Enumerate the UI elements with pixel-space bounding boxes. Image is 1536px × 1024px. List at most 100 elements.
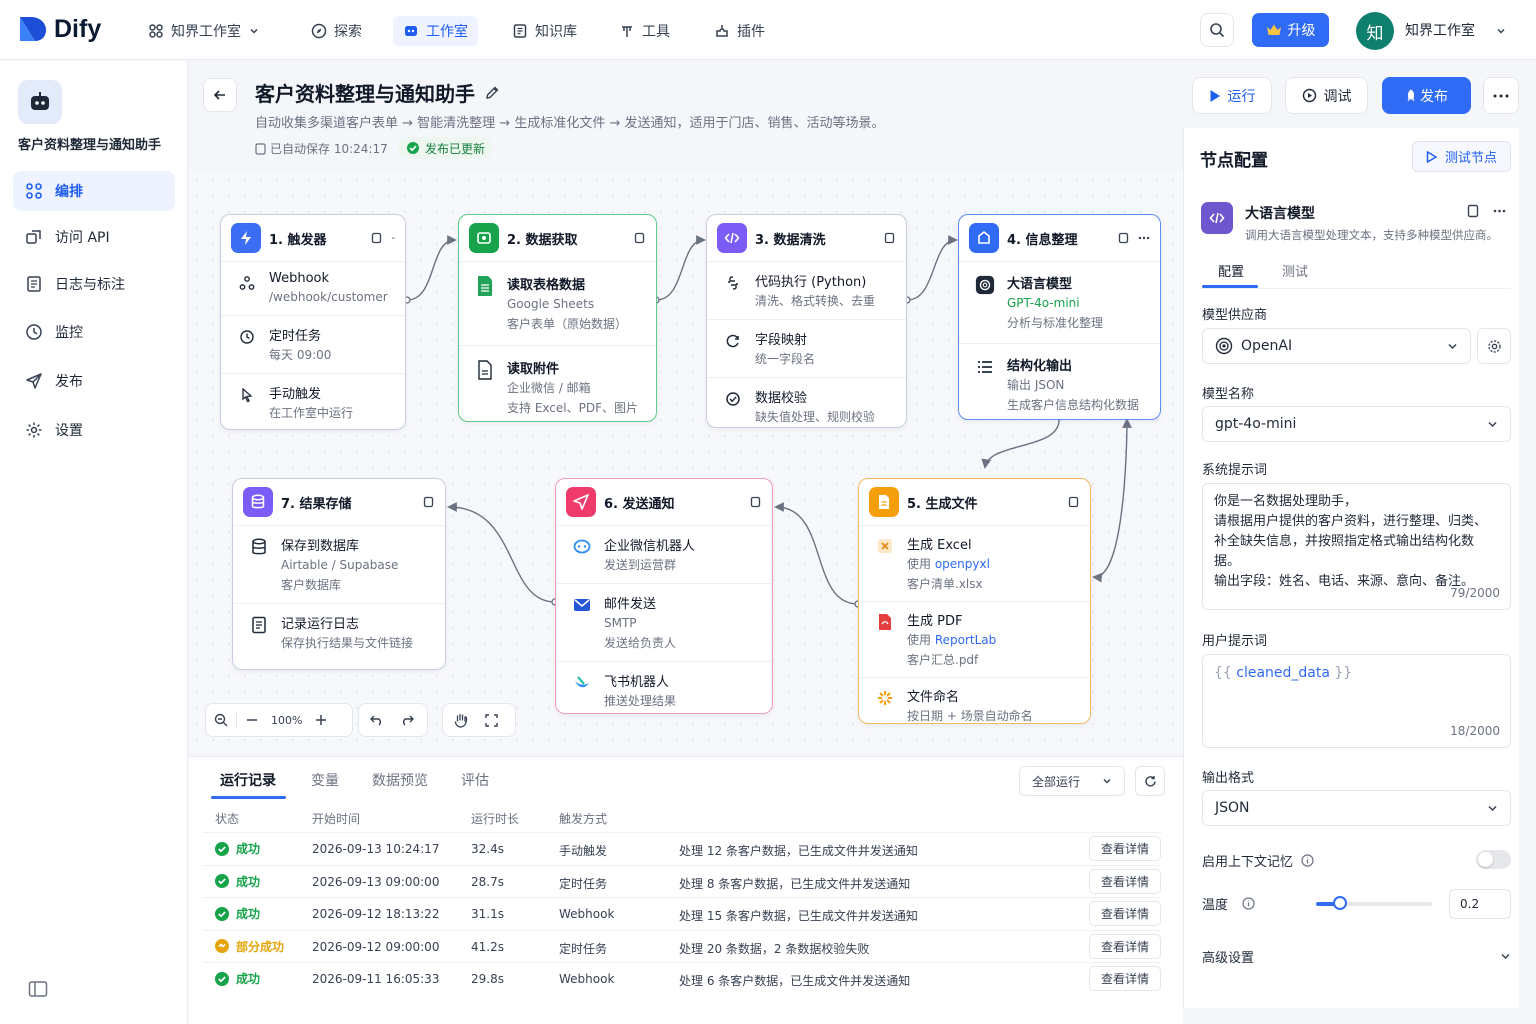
node-row[interactable]: Webhook/webhook/customer	[221, 261, 405, 315]
copy-node-button[interactable]	[1467, 204, 1480, 218]
node-row[interactable]: 读取表格数据 Google Sheets 客户表单（原始数据）	[459, 261, 656, 345]
tab-evaluation[interactable]: 评估	[461, 770, 489, 790]
copy-icon[interactable]	[634, 232, 646, 244]
copy-icon[interactable]	[371, 232, 383, 244]
copy-icon[interactable]	[1118, 232, 1130, 244]
nav-tools[interactable]: 工具	[619, 18, 670, 44]
tab-config[interactable]: 配置	[1218, 261, 1244, 280]
sidebar-item-monitor[interactable]: 监控	[13, 312, 175, 352]
node-data-fetch[interactable]: 2. 数据获取 读取表格数据 Google Sheets 客户表单（原始数据） 读取…	[458, 214, 657, 422]
sidebar-item-settings[interactable]: 设置	[13, 410, 175, 450]
model-select[interactable]: gpt-4o-mini	[1202, 406, 1511, 442]
node-trigger[interactable]: 1. 触发器 - Webhook/webhook/customer 定时任务 每天…	[220, 214, 406, 430]
view-details-button[interactable]: 查看详情	[1089, 836, 1161, 861]
upgrade-label: 升级	[1287, 23, 1316, 39]
nav-plugins[interactable]: 插件	[714, 18, 765, 44]
copy-icon[interactable]	[750, 496, 762, 508]
nav-explore[interactable]: 探索	[311, 18, 362, 44]
more-options-button[interactable]	[1483, 77, 1519, 114]
plugin-icon	[716, 25, 728, 37]
sidebar-item-api[interactable]: 访问 API	[13, 217, 175, 257]
user-menu-chevron[interactable]	[1495, 25, 1507, 37]
fullscreen-button[interactable]	[476, 705, 506, 735]
debug-button[interactable]: 调试	[1285, 77, 1368, 114]
back-button[interactable]	[203, 78, 237, 112]
node-row[interactable]: 读取附件 企业微信 / 邮箱 支持 Excel、PDF、图片	[459, 345, 656, 426]
temperature-slider-thumb[interactable]	[1333, 896, 1347, 910]
node-row[interactable]: 字段映射 统一字段名	[707, 319, 906, 377]
node-info-organize[interactable]: 4. 信息整理 大语言模型 GPT-4o-mini 分析与标准化整理 结构化输出 输出…	[958, 214, 1161, 420]
more-icon[interactable]	[1138, 236, 1150, 240]
node-generate-file[interactable]: 5. 生成文件 生成 Excel 使用 openpyxl 客户清单.xlsx 生成 …	[858, 478, 1091, 724]
sidebar-collapse-button[interactable]	[28, 980, 48, 998]
table-row[interactable]: 成功 2026-09-13 10:24:17 32.4s 手动触发 处理 12 条客户数…	[203, 832, 1161, 864]
run-filter-select[interactable]: 全部运行	[1019, 766, 1125, 796]
table-row[interactable]: 成功 2026-09-12 18:13:22 31.1s Webhook 处理 15 条…	[203, 897, 1161, 929]
tab-test[interactable]: 测试	[1282, 261, 1308, 280]
node-row[interactable]: 生成 Excel 使用 openpyxl 客户清单.xlsx	[859, 525, 1090, 601]
provider-settings-button[interactable]	[1477, 328, 1511, 364]
refresh-button[interactable]	[1135, 766, 1165, 796]
redo-button[interactable]	[392, 705, 422, 735]
temperature-input[interactable]: 0.2	[1449, 889, 1511, 919]
view-details-button[interactable]: 查看详情	[1089, 901, 1161, 926]
node-send-notification[interactable]: 6. 发送通知 企业微信机器人 发送到运营群 邮件发送 SMTP 发送给负责人 飞书机…	[555, 478, 773, 714]
node-row[interactable]: 保存到数据库 Airtable / Supabase 客户数据库	[233, 525, 445, 603]
node-row[interactable]: 生成 PDF 使用 ReportLab 客户汇总.pdf	[859, 601, 1090, 677]
user-prompt-input[interactable]: {{ cleaned_data }} 18/2000	[1202, 654, 1511, 748]
view-details-button[interactable]: 查看详情	[1089, 933, 1161, 959]
node-result-storage[interactable]: 7. 结果存储 保存到数据库 Airtable / Supabase 客户数据库 记…	[232, 478, 446, 670]
advanced-settings-toggle[interactable]: 高级设置	[1202, 947, 1511, 966]
more-icon[interactable]: -	[391, 233, 395, 244]
node-row[interactable]: 企业微信机器人 发送到运营群	[556, 525, 772, 583]
table-row[interactable]: 部分成功 2026-09-12 09:00:00 41.2s 定时任务 处理 20 条数…	[203, 929, 1161, 962]
table-row[interactable]: 成功 2026-09-11 16:05:33 29.8s Webhook 处理 6 条客…	[203, 962, 1161, 994]
node-row[interactable]: 记录运行日志 保存执行结果与文件链接	[233, 603, 445, 661]
zoom-out-button[interactable]	[237, 705, 267, 735]
node-row[interactable]: 代码执行 (Python) 清洗、格式转换、去重	[707, 261, 906, 319]
copy-icon[interactable]	[1068, 496, 1080, 508]
search-button[interactable]	[1200, 13, 1234, 47]
user-avatar[interactable]: 知	[1356, 12, 1394, 50]
tab-data-preview[interactable]: 数据预览	[372, 770, 428, 790]
provider-select[interactable]: OpenAI	[1202, 328, 1471, 364]
node-row[interactable]: 数据校验 缺失值处理、规则校验	[707, 377, 906, 435]
nav-studio[interactable]: 工作室	[393, 16, 478, 46]
zoom-in-button[interactable]	[306, 705, 336, 735]
autosave-text: 已自动保存 10:24:17	[270, 142, 388, 156]
node-row[interactable]: 大语言模型 GPT-4o-mini 分析与标准化整理	[959, 261, 1160, 343]
node-row[interactable]: 手动触发 在工作室中运行	[221, 373, 405, 431]
publish-button[interactable]: 发布	[1382, 77, 1471, 114]
copy-icon[interactable]	[884, 232, 896, 244]
node-row[interactable]: 结构化输出 输出 JSON 生成客户信息结构化数据	[959, 343, 1160, 423]
node-row[interactable]: 文件命名 按日期 + 场景自动命名	[859, 677, 1090, 734]
pan-button[interactable]	[446, 705, 476, 735]
system-prompt-input[interactable]: 你是一名数据处理助手， 请根据用户提供的客户资料，进行整理、归类、 补全缺失信息…	[1202, 483, 1511, 610]
copy-icon[interactable]	[423, 496, 435, 508]
tab-run-records[interactable]: 运行记录	[220, 770, 276, 790]
view-details-button[interactable]: 查看详情	[1089, 868, 1161, 894]
run-button[interactable]: 运行	[1192, 77, 1272, 114]
zoom-search-button[interactable]	[206, 705, 236, 735]
output-format-select[interactable]: JSON	[1202, 790, 1511, 826]
tab-variables[interactable]: 变量	[311, 770, 339, 790]
node-data-cleaning[interactable]: 3. 数据清洗 代码执行 (Python) 清洗、格式转换、去重 字段映射 统一字段…	[706, 214, 907, 428]
node-row[interactable]: 飞书机器人 推送处理结果	[556, 661, 772, 719]
sidebar-item-orchestrate[interactable]: 编排	[13, 171, 175, 211]
view-details-button[interactable]: 查看详情	[1089, 966, 1161, 991]
test-node-button[interactable]: 测试节点	[1412, 141, 1511, 172]
dify-logo[interactable]: Dify	[18, 14, 101, 44]
upgrade-button[interactable]: 升级	[1252, 13, 1329, 47]
context-memory-label: 启用上下文记忆	[1202, 851, 1314, 870]
node-row[interactable]: 邮件发送 SMTP 发送给负责人	[556, 583, 772, 661]
nav-knowledge[interactable]: 知识库	[512, 18, 577, 44]
sidebar-item-logs[interactable]: 日志与标注	[13, 264, 175, 304]
undo-button[interactable]	[362, 705, 392, 735]
workspace-switcher[interactable]: 知界工作室	[148, 18, 260, 44]
node-row[interactable]: 定时任务 每天 09:00	[221, 315, 405, 373]
sidebar-item-publish[interactable]: 发布	[13, 361, 175, 401]
node-more-button[interactable]	[1493, 209, 1506, 213]
user-name[interactable]: 知界工作室	[1405, 20, 1475, 40]
edit-icon[interactable]	[485, 85, 500, 100]
table-row[interactable]: 成功 2026-09-13 09:00:00 28.7s 定时任务 处理 8 条客户数据…	[203, 864, 1161, 897]
